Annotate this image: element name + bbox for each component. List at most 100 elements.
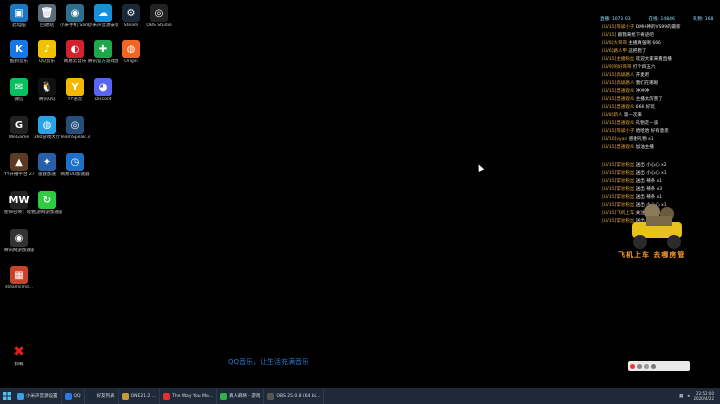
danmaku-user: [LV15]常驻粉丝: [602, 163, 635, 168]
desktop-shortcut[interactable]: ◉小米手机 SamplesM...: [60, 4, 90, 28]
danmaku-text: 跟我来抢下奇迹吧: [617, 33, 654, 38]
desktop-shortcut[interactable]: ☁ 小米声音源安装: [88, 4, 118, 28]
yy-icon: Y: [66, 78, 84, 96]
clock[interactable]: 22:52:00 2020/4/22: [693, 391, 714, 401]
danmaku-user: [LV15]普通观众: [602, 105, 635, 110]
mascot-caption: 飞机上车 去哪房管: [618, 251, 686, 259]
desktop-shortcut[interactable]: ▲ YY开播平台 2.0: [4, 153, 34, 177]
desktop-shortcut-label: 此电脑: [12, 23, 26, 28]
desktop-shortcut[interactable]: ✚腾讯官方游戏加速: [88, 40, 118, 64]
desktop-shortcut[interactable]: ⚙ Steam: [116, 4, 146, 28]
danmaku-line: [LV8]大哥哥 主播真强啊 666: [596, 40, 718, 48]
desktop-shortcut[interactable]: ◎ OBS Studio: [144, 4, 174, 28]
desktop-shortcut-label: Origin: [124, 59, 138, 64]
desktop-shortcut[interactable]: MW使命召唤：现代战争: [4, 191, 34, 215]
wegame-icon: G: [10, 116, 28, 134]
desktop-shortcut-label: 网易UU加速器: [60, 172, 90, 177]
desktop-shortcut-label: 腾讯官方游戏加速: [88, 59, 118, 64]
game-booster-icon: ✚: [94, 40, 112, 58]
danmaku-text: 送出 辣条 x1: [635, 179, 663, 184]
desktop-shortcut-label: 360游戏大厅: [33, 135, 61, 140]
qq-music-icon: ♪: [38, 40, 56, 58]
danmaku-user: [LV8]新人: [602, 113, 623, 118]
desktop-shortcut[interactable]: ◕ Discord: [88, 78, 118, 102]
desktop-shortcut[interactable]: ✉ 微信: [4, 78, 34, 102]
volume-icon[interactable]: ◂: [687, 394, 689, 399]
desktop-shortcut[interactable]: ✖ 卸载: [4, 343, 34, 367]
clock-date: 2020/4/22: [693, 396, 714, 401]
desktop-shortcut[interactable]: 🗑 回收站: [32, 4, 62, 28]
danmaku-line: [LV15]常驻粉丝 送出 小心心 x2: [596, 162, 718, 170]
desktop-shortcut[interactable]: Y YY语音: [60, 78, 90, 102]
danmaku-text: 主播太厉害了: [635, 97, 663, 102]
this-pc-icon: ▣: [10, 4, 28, 22]
desktop-shortcut[interactable]: ▦ steamcmd...: [4, 266, 34, 290]
obs-icon: ◎: [150, 4, 168, 22]
danmaku-line: [LV15]常驻粉丝 送出 辣条 x1: [596, 178, 718, 186]
danmaku-text: 666 好玩: [635, 105, 655, 110]
desktop-shortcut[interactable]: ◉ 腾讯网游加速器: [4, 229, 34, 253]
desktop-shortcut[interactable]: ✦ 雷霆加速: [32, 153, 62, 177]
taskbar-qq[interactable]: QQ: [62, 388, 85, 404]
ime-icon[interactable]: [630, 363, 635, 369]
music-slogan: QQ音乐，让生活充满音乐: [228, 358, 310, 366]
danmaku-text: 欢迎大家来看直播: [635, 57, 672, 62]
app-icon: [163, 392, 171, 400]
desktop-shortcut[interactable]: ◎ TeamSpeak 3: [60, 116, 90, 140]
taskbar-one21[interactable]: ONE21.2 ...: [119, 388, 161, 404]
wechat-icon: ✉: [10, 78, 28, 96]
desktop-shortcut[interactable]: K 酷狗音乐: [4, 40, 34, 64]
desktop-shortcut-label: 迅游网游加速器: [32, 210, 62, 215]
taskbar-item-label: 真人麻将 - 游戏: [228, 394, 261, 399]
taskbar-game[interactable]: 真人麻将 - 游戏: [217, 388, 265, 404]
taskbar-sound-settings[interactable]: 小米声音源设置: [14, 388, 62, 404]
danmaku-user: [LV15]等级小子: [602, 25, 635, 30]
app-icon: [219, 392, 227, 400]
desktop-shortcut[interactable]: G WeGame: [4, 116, 34, 140]
desktop-shortcut[interactable]: ◍ Origin: [116, 40, 146, 64]
desktop-shortcut-label: OBS Studio: [146, 23, 172, 28]
settings-icon[interactable]: [651, 363, 656, 369]
taskbar-music[interactable]: The Way You Mo...: [160, 388, 217, 404]
danmaku-user: [LV15]常驻粉丝: [602, 179, 635, 184]
start-button[interactable]: [0, 388, 14, 404]
taskbar-item-label: QQ: [73, 393, 81, 399]
cod-icon: MW: [9, 191, 30, 209]
danmaku-text: 主播真强啊 666: [628, 41, 661, 46]
discord-icon: ◕: [94, 78, 112, 96]
taskbar-obs[interactable]: OBS 25.0.8 (64 bi...: [264, 388, 325, 404]
danmaku-user: [LV15]普通观众: [602, 145, 635, 150]
taskbar-items: 小米声音源设置 QQ 好友列表 ONE21.2 ... The Way You Mo..…: [14, 388, 325, 404]
system-tray: ▦ ◂ 22:52:00 2020/4/22: [679, 391, 720, 401]
input-method-bar[interactable]: [628, 361, 690, 371]
danmaku-user: [LV8]大哥哥: [602, 41, 627, 46]
danmaku-user: [LV15]等级小子: [602, 129, 635, 134]
taskbar-item-label: 小米声音源设置: [26, 394, 58, 399]
taskbar-friends[interactable]: 好友列表: [85, 388, 119, 404]
danmaku-text: 加油主播: [635, 145, 654, 150]
desktop-shortcut[interactable]: ◍ 360游戏大厅: [32, 116, 62, 140]
mic-icon[interactable]: [637, 363, 642, 369]
desktop-shortcut[interactable]: ♪ QQ音乐: [32, 40, 62, 64]
danmaku-text: 我们在哪呢: [635, 81, 659, 86]
desktop-shortcut[interactable]: ◷ 网易UU加速器: [60, 153, 90, 177]
taskbar-item-label: OBS 25.0.8 (64 bi...: [276, 393, 321, 399]
desktop-shortcut-label: 微信: [14, 97, 24, 102]
desktop-shortcut-label: steamcmd...: [4, 285, 34, 290]
viewer-count: 直播: 1071 03: [600, 17, 631, 22]
desktop-shortcut[interactable]: 🐧 腾讯QQ: [32, 78, 62, 102]
keyboard-icon[interactable]: [644, 363, 649, 369]
desktop-shortcut[interactable]: ↻ 迅游网游加速器: [32, 191, 62, 215]
desktop-shortcut[interactable]: ◐ 网易云音乐: [60, 40, 90, 64]
taskbar-item-label: The Way You Mo...: [172, 393, 213, 399]
network-icon[interactable]: ▦: [679, 394, 683, 399]
desktop-shortcut-label: Discord: [94, 97, 112, 102]
danmaku-user: [LV15]常驻粉丝: [602, 171, 635, 176]
xunyou-icon: ↻: [38, 191, 56, 209]
desktop-shortcut-label: 酷狗音乐: [10, 59, 28, 64]
desktop-shortcut[interactable]: ▣ 此电脑: [4, 4, 34, 28]
danmaku-line: [LV9]的好哥哥 打个四五六: [596, 64, 718, 72]
taskbar: 小米声音源设置 QQ 好友列表 ONE21.2 ... The Way You Mo..…: [0, 388, 720, 404]
app-icon: [121, 392, 129, 400]
desktop-shortcut-label: 使命召唤：现代战争: [4, 210, 34, 215]
